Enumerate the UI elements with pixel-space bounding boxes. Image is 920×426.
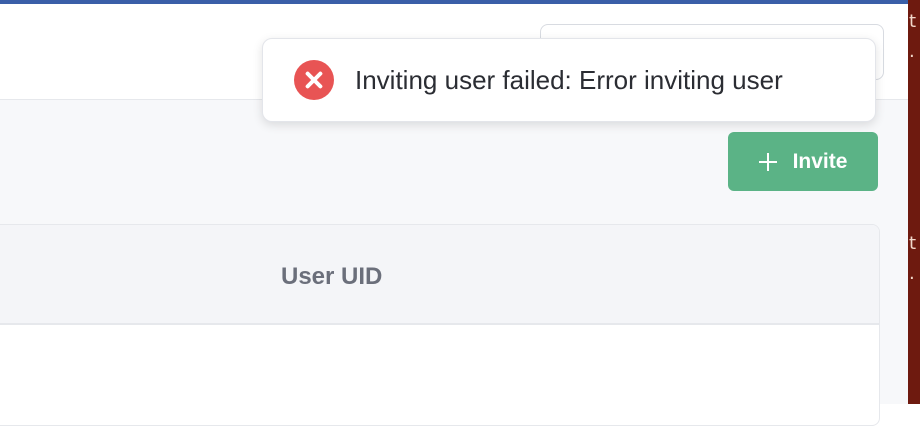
strip-glyph: t [909, 11, 917, 32]
table-header-row: User UID [0, 225, 879, 325]
error-toast[interactable]: Inviting user failed: Error inviting use… [262, 38, 876, 122]
strip-glyph: t [909, 233, 917, 254]
strip-glyph: . [909, 41, 915, 62]
invite-button-label: Invite [792, 149, 848, 173]
error-x-icon [294, 60, 334, 100]
adjacent-window-strip: t . t . [908, 0, 920, 404]
users-table: User UID [0, 224, 880, 426]
column-header-user-uid: User UID [281, 263, 383, 290]
invite-button[interactable]: Invite [728, 132, 878, 191]
strip-glyph: . [909, 263, 915, 284]
plus-icon [758, 152, 777, 171]
toast-message: Inviting user failed: Error inviting use… [355, 64, 783, 95]
